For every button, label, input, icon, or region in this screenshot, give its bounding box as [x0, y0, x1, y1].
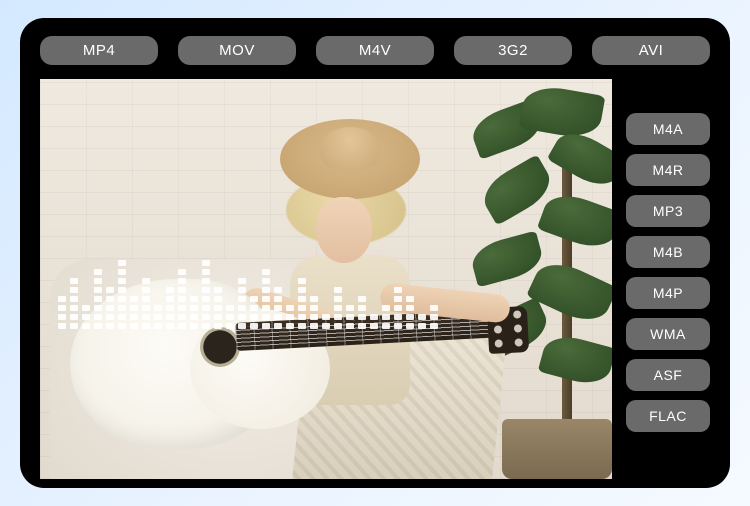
format-button-wma[interactable]: WMA [626, 318, 710, 350]
format-button-3g2[interactable]: 3G2 [454, 36, 572, 65]
media-preview [40, 79, 612, 479]
guitar-soundhole-icon [200, 327, 240, 367]
format-button-m4b[interactable]: M4B [626, 236, 710, 268]
content-row: M4A M4R MP3 M4B M4P WMA ASF FLAC [40, 79, 710, 479]
audio-format-column: M4A M4R MP3 M4B M4P WMA ASF FLAC [626, 79, 710, 479]
format-button-mp3[interactable]: MP3 [626, 195, 710, 227]
format-button-m4v[interactable]: M4V [316, 36, 434, 65]
device-frame: MP4 MOV M4V 3G2 AVI [20, 18, 730, 488]
video-format-row: MP4 MOV M4V 3G2 AVI [40, 36, 710, 65]
guitar-headstock-icon [487, 306, 529, 354]
format-button-mp4[interactable]: MP4 [40, 36, 158, 65]
format-button-m4a[interactable]: M4A [626, 113, 710, 145]
format-button-avi[interactable]: AVI [592, 36, 710, 65]
format-button-flac[interactable]: FLAC [626, 400, 710, 432]
format-button-m4r[interactable]: M4R [626, 154, 710, 186]
format-button-asf[interactable]: ASF [626, 359, 710, 391]
equalizer-icon [58, 249, 438, 329]
format-button-m4p[interactable]: M4P [626, 277, 710, 309]
format-button-mov[interactable]: MOV [178, 36, 296, 65]
